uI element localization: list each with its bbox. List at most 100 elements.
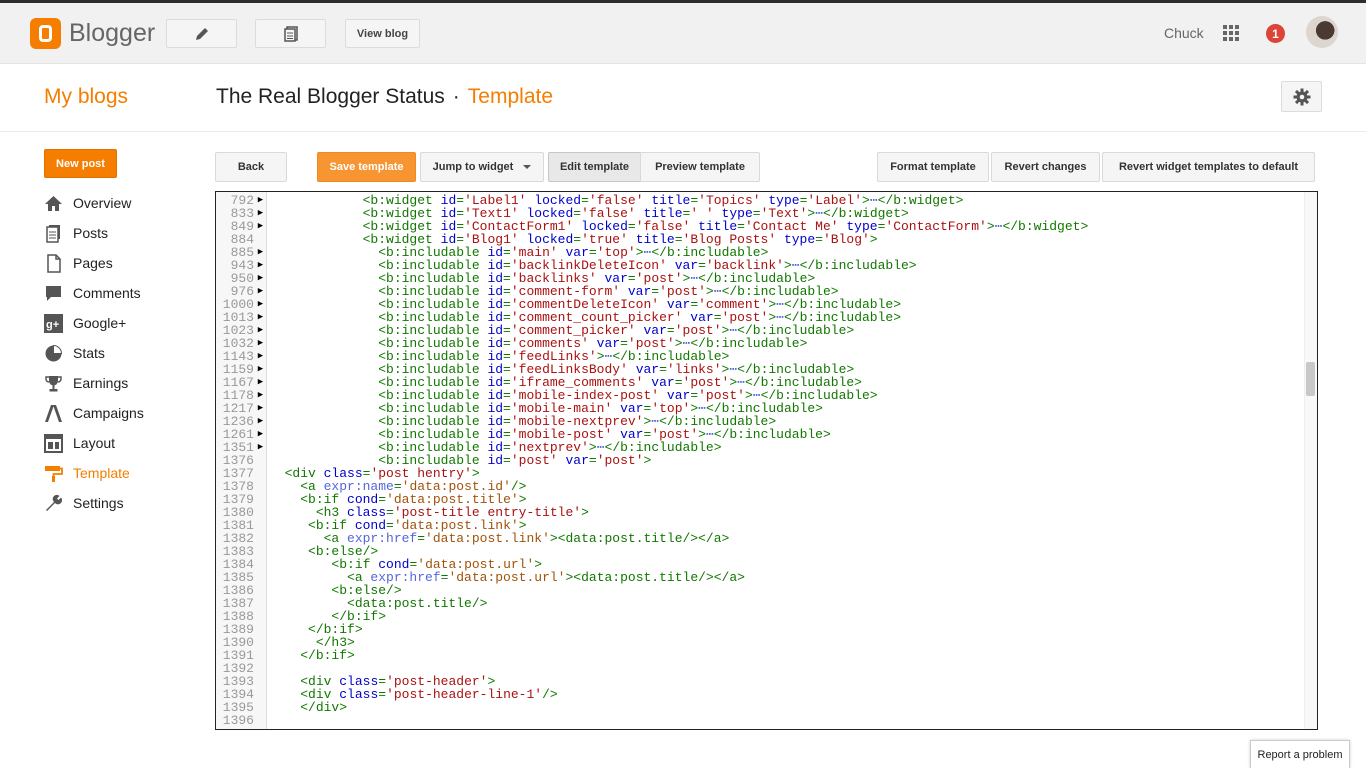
page-header: My blogs The Real Blogger Status · Templat…	[0, 64, 1366, 132]
fold-arrow-icon[interactable]: ▶	[254, 363, 267, 376]
code-text: </b:if>	[300, 648, 355, 663]
sidebar-item-label: Pages	[73, 255, 113, 271]
sidebar-item-label: Posts	[73, 225, 109, 241]
fold-arrow-icon[interactable]: ▶	[254, 246, 267, 259]
report-a-problem-button[interactable]: Report a problem	[1250, 740, 1350, 768]
code-line[interactable]: 1394 <div class='post-header-line-1'/>	[216, 688, 1304, 701]
sidebar-item-posts[interactable]: Posts	[44, 218, 204, 248]
sidebar-item-label: Campaigns	[73, 405, 144, 421]
fold-arrow-icon[interactable]: ▶	[254, 376, 267, 389]
fold-arrow-icon[interactable]: ▶	[254, 194, 267, 207]
revert-widget-templates-button[interactable]: Revert widget templates to default	[1102, 152, 1315, 182]
pages-icon	[47, 253, 61, 273]
fold-arrow-icon[interactable]: ▶	[254, 415, 267, 428]
campaigns-icon	[45, 404, 62, 422]
sidebar-item-label: Earnings	[73, 375, 129, 391]
sidebar-item-layout[interactable]: Layout	[44, 428, 204, 458]
google-plus-icon: g+	[44, 313, 63, 333]
sidebar-item-label: Template	[73, 465, 130, 481]
template-code-editor[interactable]: 792 ▶ <b:widget id='Label1' locked='false…	[215, 191, 1318, 730]
back-button[interactable]: Back	[215, 152, 287, 182]
template-icon	[45, 465, 63, 482]
code-line[interactable]: 1389 </b:if>	[216, 623, 1304, 636]
settings-gear-button[interactable]	[1281, 81, 1322, 112]
sidebar-item-comments[interactable]: Comments	[44, 278, 204, 308]
svg-text:g+: g+	[46, 319, 59, 331]
apps-grid-icon[interactable]	[1223, 25, 1239, 41]
sidebar-nav: Overview Posts Pages Comments g+ Google+…	[44, 188, 204, 518]
sidebar-item-google-plus[interactable]: g+ Google+	[44, 308, 204, 338]
comments-icon	[46, 285, 61, 301]
fold-arrow-icon[interactable]: ▶	[254, 441, 267, 454]
fold-arrow-icon[interactable]: ▶	[254, 428, 267, 441]
fold-arrow-icon[interactable]: ▶	[254, 220, 267, 233]
blogger-logo[interactable]: Blogger	[30, 18, 155, 49]
my-blogs-link[interactable]: My blogs	[44, 85, 128, 109]
code-line[interactable]: 1396	[216, 714, 1304, 727]
sidebar-item-earnings[interactable]: Earnings	[44, 368, 204, 398]
stats-icon	[45, 344, 63, 361]
fold-arrow-icon[interactable]: ▶	[254, 402, 267, 415]
code-line[interactable]: 1395 </div>	[216, 701, 1304, 714]
save-template-button[interactable]: Save template	[317, 152, 416, 182]
editor-scrollbar[interactable]	[1304, 192, 1317, 729]
fold-arrow-icon[interactable]: ▶	[254, 272, 267, 285]
fold-arrow-icon[interactable]: ▶	[254, 389, 267, 402]
username[interactable]: Chuck	[1164, 25, 1204, 41]
sidebar-item-settings[interactable]: Settings	[44, 488, 204, 518]
sidebar-item-label: Layout	[73, 435, 116, 451]
posts-icon	[46, 224, 60, 243]
new-post-button[interactable]: New post	[44, 149, 117, 178]
sidebar-item-template[interactable]: Template	[44, 458, 204, 488]
code-line[interactable]: 1388 </b:if>	[216, 610, 1304, 623]
posts-list-button[interactable]	[255, 19, 326, 48]
avatar[interactable]	[1306, 16, 1338, 48]
trophy-icon	[45, 375, 62, 391]
sidebar-item-label: Overview	[73, 195, 132, 211]
code-line[interactable]: 1391 </b:if>	[216, 649, 1304, 662]
jump-to-widget-dropdown[interactable]: Jump to widget	[420, 152, 544, 182]
fold-arrow-icon[interactable]: ▶	[254, 259, 267, 272]
blogger-logo-icon	[30, 18, 61, 49]
sidebar-item-overview[interactable]: Overview	[44, 188, 204, 218]
title-separator: ·	[452, 85, 460, 108]
sidebar-item-campaigns[interactable]: Campaigns	[44, 398, 204, 428]
code-line[interactable]: 1390 </h3>	[216, 636, 1304, 649]
editor-scrollbar-thumb[interactable]	[1306, 362, 1315, 396]
view-blog-button[interactable]: View blog	[345, 19, 420, 48]
fold-arrow-icon[interactable]: ▶	[254, 350, 267, 363]
section-title: Template	[467, 85, 554, 108]
notification-badge[interactable]: 1	[1266, 24, 1285, 43]
layout-icon	[44, 433, 63, 453]
edit-template-button[interactable]: Edit template	[548, 152, 641, 182]
fold-arrow-icon[interactable]: ▶	[254, 324, 267, 337]
preview-template-button[interactable]: Preview template	[640, 152, 760, 182]
fold-arrow-icon[interactable]: ▶	[254, 285, 267, 298]
wrench-icon	[46, 494, 63, 511]
new-post-pencil-button[interactable]	[166, 19, 237, 48]
page-title: The Real Blogger Status · Template	[216, 85, 553, 109]
fold-arrow-icon[interactable]: ▶	[254, 298, 267, 311]
sidebar-item-stats[interactable]: Stats	[44, 338, 204, 368]
sidebar-item-pages[interactable]: Pages	[44, 248, 204, 278]
brand-name: Blogger	[69, 19, 156, 47]
fold-arrow-icon[interactable]: ▶	[254, 311, 267, 324]
format-template-button[interactable]: Format template	[877, 152, 989, 182]
jump-to-widget-label: Jump to widget	[432, 161, 514, 173]
fold-arrow-icon[interactable]: ▶	[254, 207, 267, 220]
revert-changes-button[interactable]: Revert changes	[991, 152, 1100, 182]
fold-arrow-icon[interactable]: ▶	[254, 337, 267, 350]
code-line[interactable]: 1382 <a expr:href='data:post.link'><data…	[216, 532, 1304, 545]
